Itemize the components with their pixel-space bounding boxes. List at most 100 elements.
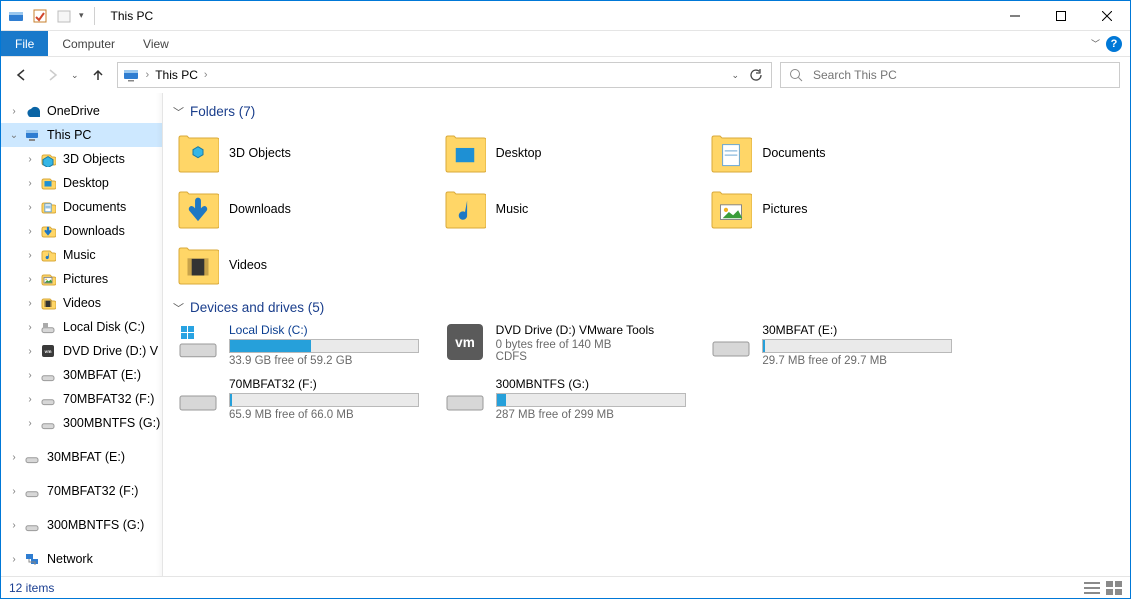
drives-grid: Local Disk (C:)33.9 GB free of 59.2 GBvm… [173,321,973,423]
tab-file[interactable]: File [1,31,48,56]
tab-view[interactable]: View [129,31,183,56]
search-icon [789,68,803,82]
drive-free-text: 33.9 GB free of 59.2 GB [229,355,419,367]
drive-tile[interactable]: 70MBFAT32 (F:)65.9 MB free of 66.0 MB [173,375,440,423]
folder-label: Music [496,202,529,216]
tree-twisty-icon[interactable]: › [23,346,37,357]
tab-computer[interactable]: Computer [48,31,129,56]
tree-twisty-icon[interactable]: ⌄ [7,130,21,141]
tree-twisty-icon[interactable]: › [23,394,37,405]
drive-tile[interactable]: 30MBFAT (E:)29.7 MB free of 29.7 MB [706,321,973,369]
tree-item-label: 30MBFAT (E:) [63,368,141,382]
chevron-right-icon[interactable]: › [204,69,208,81]
tree-item[interactable]: › Downloads [1,219,162,243]
tree-item[interactable]: › 30MBFAT (E:) [1,363,162,387]
back-button[interactable] [11,64,33,86]
tree-twisty-icon[interactable]: › [7,452,21,463]
tree-item-label: Local Disk (C:) [63,320,145,334]
tree-item-label: Downloads [63,224,125,238]
separator [94,7,95,25]
tree-twisty-icon[interactable]: › [23,370,37,381]
tree-twisty-icon[interactable]: › [23,178,37,189]
tree-twisty-icon[interactable]: › [23,322,37,333]
folder-tile[interactable]: Pictures [706,181,973,237]
tree-twisty-icon[interactable]: › [7,486,21,497]
chevron-right-icon[interactable]: › [146,69,150,81]
tree-twisty-icon[interactable]: › [23,154,37,165]
folder-label: Videos [229,258,267,272]
tree-twisty-icon[interactable]: › [23,250,37,261]
navigation-pane[interactable]: ›OneDrive⌄This PC›3D Objects›Desktop›Doc… [1,93,163,576]
breadcrumb[interactable]: This PC [155,68,198,82]
content-pane[interactable]: ﹀ Folders (7) 3D ObjectsDesktopDocuments… [163,93,1130,576]
forward-button[interactable] [41,64,63,86]
tree-item[interactable]: ›70MBFAT32 (F:) [1,479,162,503]
tree-item-label: Music [63,248,96,262]
tree-item[interactable]: › Network [1,547,162,571]
tree-item[interactable]: ›3D Objects [1,147,162,171]
search-input[interactable] [811,67,1111,83]
help-icon[interactable]: ? [1106,36,1122,52]
qat-customize-icon[interactable]: ▾ [79,10,84,21]
tree-item[interactable]: ›Videos [1,291,162,315]
folder-tile[interactable]: Documents [706,125,973,181]
minimize-button[interactable] [992,1,1038,31]
tree-item[interactable]: ›70MBFAT32 (F:) [1,387,162,411]
folders-grid: 3D ObjectsDesktopDocuments Downloads Music… [173,125,973,293]
tree-item[interactable]: ›300MBNTFS (G:) [1,513,162,537]
tree-twisty-icon[interactable]: › [23,274,37,285]
group-header-folders[interactable]: ﹀ Folders (7) [173,103,1120,119]
group-header-drives[interactable]: ﹀ Devices and drives (5) [173,299,1120,315]
recent-locations-icon[interactable]: ⌄ [71,70,79,81]
drive-tile[interactable]: Local Disk (C:)33.9 GB free of 59.2 GB [173,321,440,369]
tree-twisty-icon[interactable]: › [23,202,37,213]
folder-tile[interactable]: Music [440,181,707,237]
tree-twisty-icon[interactable]: › [7,554,21,565]
tree-item[interactable]: › 300MBNTFS (G:) [1,411,162,435]
tree-item[interactable]: › Desktop [1,171,162,195]
tiles-view-icon[interactable] [1106,581,1122,595]
tree-item[interactable]: ›Pictures [1,267,162,291]
new-folder-icon[interactable] [55,7,73,25]
3d-icon [39,150,57,168]
pictures-icon [710,188,752,230]
drive-tile[interactable]: vmDVD Drive (D:) VMware Tools0 bytes fre… [440,321,707,369]
tree-item[interactable]: ›OneDrive [1,99,162,123]
ribbon-expand-icon[interactable]: ﹀ [1091,37,1100,50]
refresh-icon[interactable] [749,68,763,82]
3d-icon [177,132,219,174]
tree-item[interactable]: ⌄This PC [1,123,162,147]
tree-item-label: Network [47,552,93,566]
address-bar[interactable]: › This PC › ⌄ [117,62,772,88]
tree-item[interactable]: ›vmDVD Drive (D:) V [1,339,162,363]
tree-item-label: Documents [63,200,126,214]
tree-twisty-icon[interactable]: › [7,106,21,117]
tree-twisty-icon[interactable]: › [23,298,37,309]
up-button[interactable] [87,64,109,86]
tree-item-label: Desktop [63,176,109,190]
details-view-icon[interactable] [1084,581,1100,595]
maximize-button[interactable] [1038,1,1084,31]
tree-item[interactable]: › Local Disk (C:) [1,315,162,339]
folder-tile[interactable]: Downloads [173,181,440,237]
properties-icon[interactable] [31,7,49,25]
drive-tile[interactable]: 300MBNTFS (G:)287 MB free of 299 MB [440,375,707,423]
close-button[interactable] [1084,1,1130,31]
tree-item-label: 30MBFAT (E:) [47,450,125,464]
usb-icon [23,482,41,500]
address-dropdown-icon[interactable]: ⌄ [731,70,739,81]
tree-twisty-icon[interactable]: › [23,418,37,429]
tree-item[interactable]: › Documents [1,195,162,219]
group-title: Devices and drives (5) [190,300,324,315]
search-box[interactable] [780,62,1120,88]
folder-tile[interactable]: 3D Objects [173,125,440,181]
folder-tile[interactable]: Desktop [440,125,707,181]
folder-tile[interactable]: Videos [173,237,440,293]
tree-item[interactable]: › Music [1,243,162,267]
tree-item-label: 300MBNTFS (G:) [63,416,160,430]
tree-twisty-icon[interactable]: › [23,226,37,237]
tree-twisty-icon[interactable]: › [7,520,21,531]
drive-name: 70MBFAT32 (F:) [229,377,419,391]
desktop-icon [444,132,486,174]
tree-item[interactable]: › 30MBFAT (E:) [1,445,162,469]
